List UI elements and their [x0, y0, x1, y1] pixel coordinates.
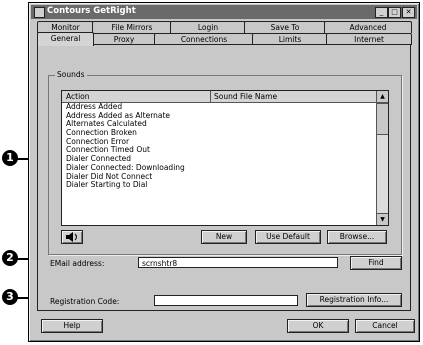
- email-field[interactable]: scrnshtr8: [138, 257, 338, 268]
- tab-login[interactable]: Login: [170, 21, 246, 33]
- column-action[interactable]: Action: [66, 91, 90, 102]
- scroll-up-icon[interactable]: ▲: [377, 91, 388, 103]
- registration-label: Registration Code:: [50, 297, 120, 306]
- sounds-group-label: Sounds: [55, 70, 87, 79]
- callout-3: 3: [2, 289, 18, 305]
- sounds-group: Sounds Action Sound File Name Address Ad…: [48, 70, 402, 255]
- registration-code-field[interactable]: [154, 295, 298, 306]
- tab-save-to[interactable]: Save To: [244, 21, 326, 33]
- registration-info-button[interactable]: Registration Info...: [306, 293, 402, 307]
- ok-button[interactable]: OK: [287, 319, 349, 333]
- list-item[interactable]: Dialer Starting to Dial: [66, 180, 185, 190]
- use-default-button[interactable]: Use Default: [255, 230, 321, 244]
- help-button[interactable]: Help: [41, 319, 103, 333]
- scroll-thumb[interactable]: [377, 103, 388, 135]
- tab-advanced[interactable]: Advanced: [324, 21, 412, 33]
- app-icon: [34, 7, 45, 18]
- sounds-rows: Address Added Address Added as Alternate…: [66, 102, 185, 190]
- speaker-icon: [66, 232, 77, 242]
- column-divider[interactable]: [210, 91, 211, 102]
- close-button[interactable]: ✕: [402, 7, 415, 18]
- cancel-button[interactable]: Cancel: [355, 319, 415, 333]
- callout-2: 2: [2, 250, 18, 266]
- tab-file-mirrors[interactable]: File Mirrors: [92, 21, 172, 33]
- title-bar: Contours GetRight _ □ ✕: [31, 5, 417, 19]
- new-button[interactable]: New: [201, 230, 247, 244]
- sounds-scrollbar[interactable]: ▲ ▼: [376, 91, 388, 225]
- callout-1: 1: [2, 150, 18, 166]
- play-sound-button[interactable]: [61, 230, 83, 244]
- minimize-button[interactable]: _: [375, 7, 388, 18]
- email-label: EMail address:: [50, 259, 105, 268]
- general-panel: Sounds Action Sound File Name Address Ad…: [37, 44, 411, 311]
- find-button[interactable]: Find: [350, 256, 402, 270]
- sounds-list[interactable]: Action Sound File Name Address Added Add…: [61, 90, 389, 226]
- window-title: Contours GetRight: [47, 6, 136, 16]
- scroll-down-icon[interactable]: ▼: [377, 213, 388, 225]
- browse-button[interactable]: Browse...: [327, 230, 387, 244]
- column-sound-file[interactable]: Sound File Name: [214, 91, 277, 102]
- getright-window: Contours GetRight _ □ ✕ Monitor File Mir…: [28, 2, 420, 342]
- maximize-button[interactable]: □: [388, 7, 401, 18]
- tab-general[interactable]: General: [37, 32, 94, 46]
